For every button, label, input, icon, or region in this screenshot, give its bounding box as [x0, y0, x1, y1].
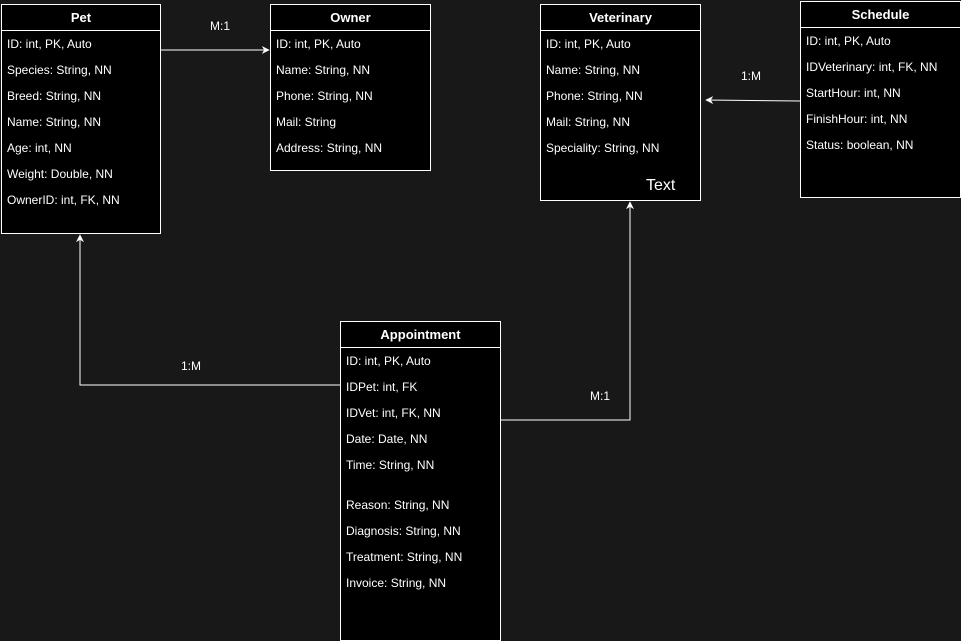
- entity-veterinary-field[interactable]: Mail: String, NN: [546, 115, 630, 129]
- relation-label-schedule-veterinary[interactable]: 1:M: [741, 69, 761, 83]
- appointment-pet-connector[interactable]: [76, 234, 340, 386]
- entity-pet-field[interactable]: Weight: Double, NN: [7, 167, 113, 181]
- relation-label-appointment-pet[interactable]: 1:M: [181, 359, 201, 373]
- relation-label-pet-owner[interactable]: M:1: [210, 19, 230, 33]
- entity-pet-field[interactable]: Age: int, NN: [7, 141, 72, 155]
- entity-schedule-field[interactable]: ID: int, PK, Auto: [806, 34, 891, 48]
- entity-appointment-field[interactable]: Time: String, NN: [346, 458, 434, 472]
- entity-appointment-field[interactable]: Invoice: String, NN: [346, 576, 446, 590]
- entity-owner-title: Owner: [271, 5, 430, 31]
- entity-pet[interactable]: Pet ID: int, PK, Auto Species: String, N…: [1, 4, 161, 234]
- entity-veterinary-field[interactable]: ID: int, PK, Auto: [546, 37, 631, 51]
- entity-veterinary-field[interactable]: Name: String, NN: [546, 63, 640, 77]
- entity-owner-field[interactable]: ID: int, PK, Auto: [276, 37, 361, 51]
- entity-appointment-field[interactable]: Diagnosis: String, NN: [346, 524, 461, 538]
- entity-pet-field[interactable]: Breed: String, NN: [7, 89, 101, 103]
- entity-veterinary-title: Veterinary: [541, 5, 700, 31]
- entity-schedule-field[interactable]: StartHour: int, NN: [806, 86, 901, 100]
- entity-owner-field[interactable]: Phone: String, NN: [276, 89, 373, 103]
- entity-pet-title: Pet: [2, 5, 160, 31]
- veterinary-placeholder-text[interactable]: Text: [646, 177, 675, 195]
- entity-schedule-field[interactable]: Status: boolean, NN: [806, 138, 913, 152]
- entity-appointment-field[interactable]: IDVet: int, FK, NN: [346, 406, 441, 420]
- entity-owner-field[interactable]: Mail: String: [276, 115, 336, 129]
- entity-owner-field[interactable]: Name: String, NN: [276, 63, 370, 77]
- schedule-veterinary-connector[interactable]: [705, 96, 801, 105]
- entity-pet-field[interactable]: OwnerID: int, FK, NN: [7, 193, 120, 207]
- entity-schedule[interactable]: Schedule ID: int, PK, Auto IDVeterinary:…: [800, 1, 961, 198]
- entity-pet-field[interactable]: ID: int, PK, Auto: [7, 37, 92, 51]
- entity-appointment[interactable]: Appointment ID: int, PK, Auto IDPet: int…: [340, 321, 501, 641]
- entity-appointment-field[interactable]: Reason: String, NN: [346, 498, 449, 512]
- entity-appointment-field[interactable]: Date: Date, NN: [346, 432, 427, 446]
- entity-schedule-field[interactable]: FinishHour: int, NN: [806, 112, 907, 126]
- entity-owner-field[interactable]: Address: String, NN: [276, 141, 382, 155]
- entity-owner[interactable]: Owner ID: int, PK, Auto Name: String, NN…: [270, 4, 431, 171]
- entity-appointment-field[interactable]: IDPet: int, FK: [346, 380, 417, 394]
- entity-appointment-field[interactable]: Treatment: String, NN: [346, 550, 462, 564]
- entity-veterinary-field[interactable]: Phone: String, NN: [546, 89, 643, 103]
- entity-pet-field[interactable]: Name: String, NN: [7, 115, 101, 129]
- entity-pet-field[interactable]: Species: String, NN: [7, 63, 112, 77]
- entity-veterinary-field[interactable]: Speciality: String, NN: [546, 141, 659, 155]
- entity-appointment-field[interactable]: ID: int, PK, Auto: [346, 354, 431, 368]
- entity-appointment-title: Appointment: [341, 322, 500, 348]
- entity-veterinary[interactable]: Veterinary ID: int, PK, Auto Name: Strin…: [540, 4, 701, 201]
- entity-schedule-field[interactable]: IDVeterinary: int, FK, NN: [806, 60, 937, 74]
- entity-schedule-title: Schedule: [801, 2, 960, 28]
- appointment-veterinary-connector[interactable]: [501, 201, 634, 421]
- relation-label-appointment-veterinary[interactable]: M:1: [590, 389, 610, 403]
- diagram-canvas: Pet ID: int, PK, Auto Species: String, N…: [0, 0, 961, 641]
